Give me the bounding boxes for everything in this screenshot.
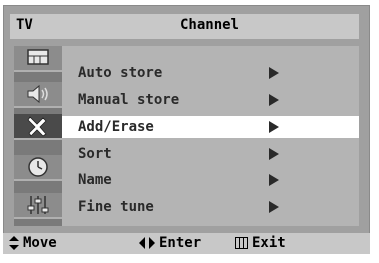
exit-hint: Exit [235,235,286,251]
exit-label: Exit [252,235,286,251]
menu-item-fine-tune[interactable]: Fine tune [62,196,359,218]
menu-item-auto-store[interactable]: Auto store [62,62,359,84]
chevron-right-icon [269,174,279,186]
channel-icon[interactable] [14,114,62,140]
menu-item-name[interactable]: Name [62,169,359,191]
chevron-right-icon [269,148,279,160]
picture-icon[interactable] [14,46,62,72]
left-right-arrows-icon [139,237,155,249]
menu-item-label: Auto store [78,65,163,81]
clock-icon[interactable] [14,155,62,181]
menu-icon [235,237,248,249]
help-bar: Move Enter Exit [3,233,370,254]
up-down-arrows-icon [9,236,19,250]
menu-item-label: Fine tune [78,199,154,215]
move-label: Move [23,235,57,251]
enter-label: Enter [159,235,202,251]
menu-item-manual-store[interactable]: Manual store [62,89,359,111]
chevron-right-icon [269,67,279,79]
enter-hint: Enter [139,235,201,251]
menu-item-add-erase[interactable]: Add/Erase [62,116,359,138]
setup-icon[interactable] [14,193,62,219]
menu-item-label: Add/Erase [78,119,154,135]
tv-tab-label: TV [16,17,33,33]
sound-icon[interactable] [14,82,62,108]
chevron-right-icon [269,201,279,213]
menu-item-label: Name [78,172,112,188]
menu-title: Channel [179,17,239,33]
chevron-right-icon [269,121,279,133]
chevron-right-icon [269,94,279,106]
menu-item-label: Manual store [78,92,180,108]
move-hint: Move [9,235,57,251]
menu-item-label: Sort [78,146,112,162]
menu-item-sort[interactable]: Sort [62,143,359,165]
